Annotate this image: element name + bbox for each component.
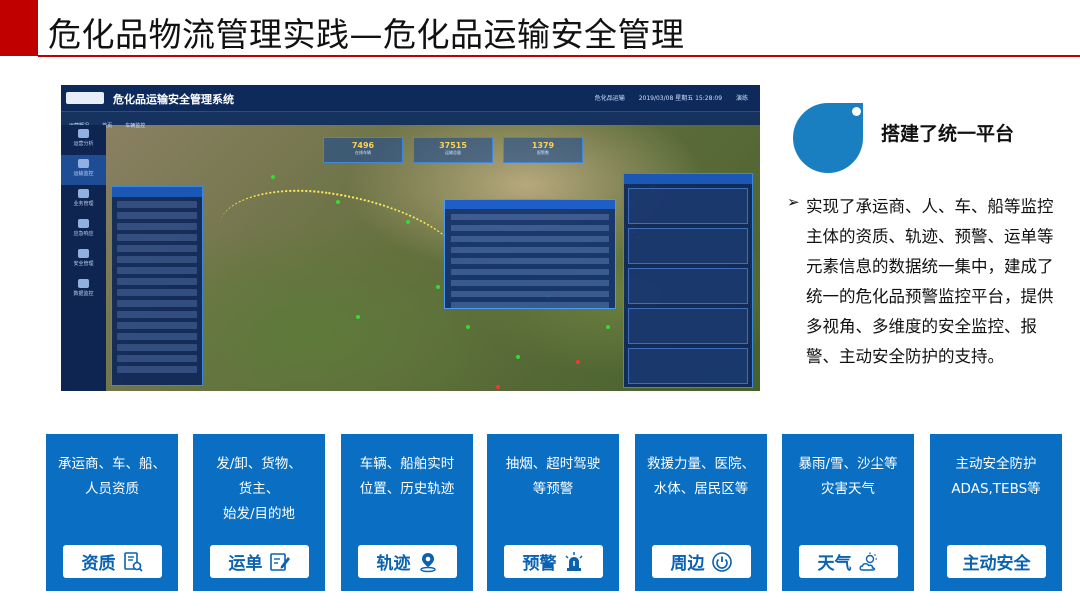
system-title: 危化品运输安全管理系统 [113,93,234,106]
vehicle-dot [356,315,360,319]
drop-highlight [852,107,861,116]
feature-card-waybill: 发/卸、货物、 货主、 始发/目的地 运单 [193,434,325,591]
sidebar-item[interactable]: 应急响应 [61,215,106,245]
feature-card-weather: 暴雨/雪、沙尘等 灾害天气 天气 [782,434,914,591]
vehicle-dot [336,200,340,204]
kpi-box: 37515 运输总量 [413,137,493,163]
kpi-box: 1379 报警数 [503,137,583,163]
tab-vehicle-monitor[interactable]: 车辆监控 [125,122,145,129]
active-safety-button[interactable]: 主动安全 [947,545,1046,578]
alarm-light-icon [564,551,583,571]
feature-card-qualification: 承运商、车、船、 人员资质 资质 [46,434,178,591]
building-icon [78,249,89,258]
monitor-icon [78,129,89,138]
title-accent-bar [0,0,38,56]
alarm-dot [576,360,580,364]
system-tabs: 运营概况 首页 车辆监控 [61,112,760,129]
sidebar-item[interactable]: 业务管理 [61,185,106,215]
chart-icon [78,159,89,168]
map-pin-icon [419,552,436,572]
header-info: 危化品运输 2019/03/08 星期五 15:28:09 演练 [583,93,748,102]
database-icon [78,279,89,288]
header-user[interactable]: 演练 [736,95,748,102]
card-description: 承运商、车、船、 人员资质 [58,456,166,497]
document-search-icon [123,551,143,572]
vehicle-detail-popup[interactable] [444,199,616,309]
platform-heading: 搭建了统一平台 [881,123,1015,145]
card-description: 暴雨/雪、沙尘等 灾害天气 [798,456,898,497]
feature-card-surroundings: 救援力量、医院、 水体、居民区等 周边 [635,434,767,591]
system-header: 危化品运输安全管理系统 危化品运输 2019/03/08 星期五 15:28:0… [61,85,760,112]
alarm-dot [496,385,500,389]
card-description: 救援力量、医院、 水体、居民区等 [647,456,755,497]
card-description: 主动安全防护 ADAS,TEBS等 [951,456,1041,497]
header-datetime: 2019/03/08 星期五 15:28:09 [638,95,723,102]
card-label: 资质 [81,554,116,574]
arrow-bullet-icon: ➢ [787,193,800,211]
cross-icon [78,219,89,228]
vehicle-list-panel[interactable] [623,173,753,388]
feature-card-warning: 抽烟、超时驾驶 等预警 预警 [487,434,619,591]
card-label: 轨迹 [376,554,411,574]
weather-button[interactable]: 天气 [799,545,898,578]
trajectory-button[interactable]: 轨迹 [358,545,457,578]
edit-document-icon [269,552,290,571]
description-text: 实现了承运商、人、车、船等监控主体的资质、轨迹、预警、运单等元素信息的数据统一集… [806,197,1054,366]
feature-card-trajectory: 车辆、船舶实时 位置、历史轨迹 轨迹 [341,434,473,591]
card-description: 车辆、船舶实时 位置、历史轨迹 [359,456,455,497]
sidebar-item[interactable]: 运输监控 [61,155,106,185]
vehicle-dot [516,355,520,359]
system-sidebar: 运营分析 运输监控 业务管理 应急响应 安全管理 数据监控 [61,125,106,391]
kpi-box: 7496 在线车辆 [323,137,403,163]
power-circle-icon [711,551,732,572]
card-label: 周边 [670,554,705,574]
card-description: 抽烟、超时驾驶 等预警 [505,456,601,497]
warning-button[interactable]: 预警 [504,545,603,578]
waybill-button[interactable]: 运单 [210,545,309,578]
card-label: 预警 [522,554,557,574]
vehicle-dot [466,325,470,329]
vehicle-dot [436,285,440,289]
weather-cloud-icon [858,552,877,571]
page-title: 危化品物流管理实践—危化品运输安全管理 [48,15,685,54]
surroundings-button[interactable]: 周边 [652,545,751,578]
filter-panel[interactable] [111,186,203,386]
card-description: 发/卸、货物、 货主、 始发/目的地 [216,456,302,522]
sidebar-item[interactable]: 运营分析 [61,125,106,155]
sidebar-item[interactable]: 数据监控 [61,275,106,305]
title-divider [38,55,1080,57]
folder-icon [78,189,89,198]
feature-card-active-safety: 主动安全防护 ADAS,TEBS等 主动安全 [930,434,1062,591]
vehicle-dot [406,220,410,224]
vehicle-dot [606,325,610,329]
company-logo [66,92,104,104]
card-label: 主动安全 [962,554,1031,574]
sidebar-item[interactable]: 安全管理 [61,245,106,275]
route-line [208,177,484,333]
qualification-button[interactable]: 资质 [63,545,162,578]
system-screenshot: 危化品运输安全管理系统 危化品运输 2019/03/08 星期五 15:28:0… [61,85,760,391]
card-label: 天气 [817,554,852,574]
header-module: 危化品运输 [594,95,625,102]
vehicle-dot [271,175,275,179]
card-label: 运单 [228,554,263,574]
